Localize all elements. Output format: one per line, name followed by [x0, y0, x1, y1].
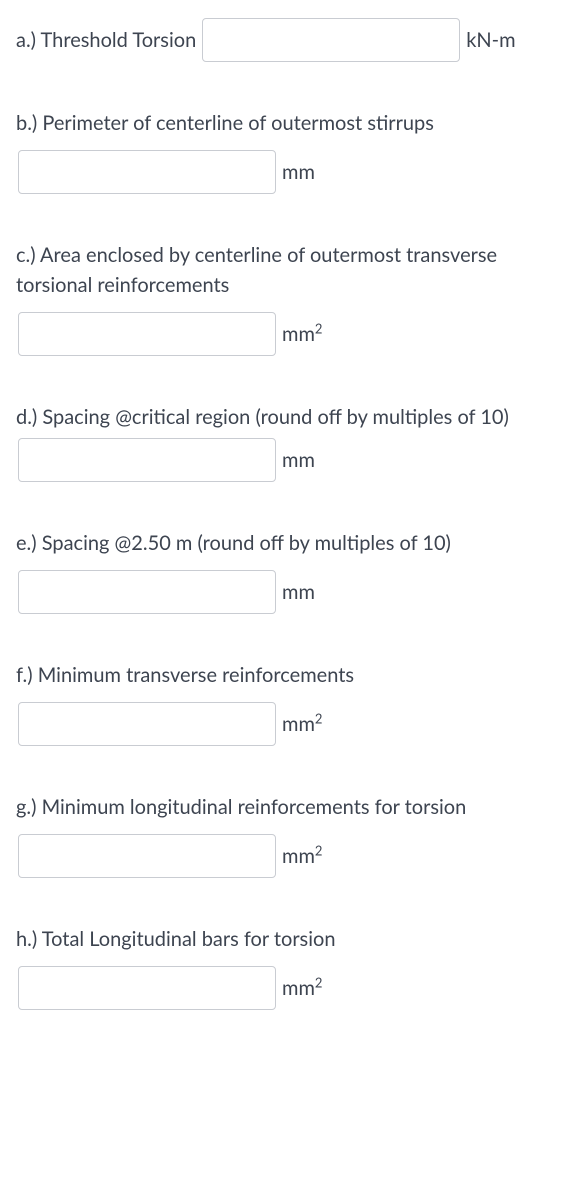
question-e: e.) Spacing @2.50 m (round off by multip…	[16, 528, 562, 614]
label-f: f.) Minimum transverse reinforcements	[16, 663, 354, 687]
label-c: c.) Area enclosed by centerline of outer…	[16, 243, 497, 297]
unit-h: mm2	[282, 973, 322, 1003]
input-min-transverse[interactable]	[18, 702, 276, 746]
input-spacing-2p5m[interactable]	[18, 570, 276, 614]
question-b: b.) Perimeter of centerline of outermost…	[16, 108, 562, 194]
label-g: g.) Minimum longitudinal reinforcements …	[16, 795, 466, 819]
input-spacing-critical[interactable]	[18, 438, 276, 482]
label-e: e.) Spacing @2.50 m (round off by multip…	[16, 531, 451, 555]
question-d: d.) Spacing @critical region (round off …	[16, 402, 562, 482]
input-perimeter-stirrups[interactable]	[18, 150, 276, 194]
question-c: c.) Area enclosed by centerline of outer…	[16, 240, 562, 356]
input-area-enclosed[interactable]	[18, 312, 276, 356]
label-b: b.) Perimeter of centerline of outermost…	[16, 111, 434, 135]
unit-d: mm	[282, 445, 315, 475]
unit-b: mm	[282, 157, 315, 187]
question-g: g.) Minimum longitudinal reinforcements …	[16, 792, 562, 878]
input-threshold-torsion[interactable]	[202, 18, 460, 62]
label-a: a.) Threshold Torsion	[16, 25, 196, 55]
question-h: h.) Total Longitudinal bars for torsion …	[16, 924, 562, 1010]
label-h: h.) Total Longitudinal bars for torsion	[16, 927, 336, 951]
label-d-pre: d.) Spacing @critical region (round off …	[16, 402, 509, 432]
unit-f: mm2	[282, 709, 322, 739]
unit-g: mm2	[282, 841, 322, 871]
question-f: f.) Minimum transverse reinforcements mm…	[16, 660, 562, 746]
question-a: a.) Threshold Torsion kN-m	[16, 18, 562, 62]
unit-c: mm2	[282, 319, 322, 349]
input-min-longitudinal[interactable]	[18, 834, 276, 878]
unit-a: kN-m	[466, 25, 515, 55]
unit-e: mm	[282, 577, 315, 607]
input-total-longitudinal-bars[interactable]	[18, 966, 276, 1010]
